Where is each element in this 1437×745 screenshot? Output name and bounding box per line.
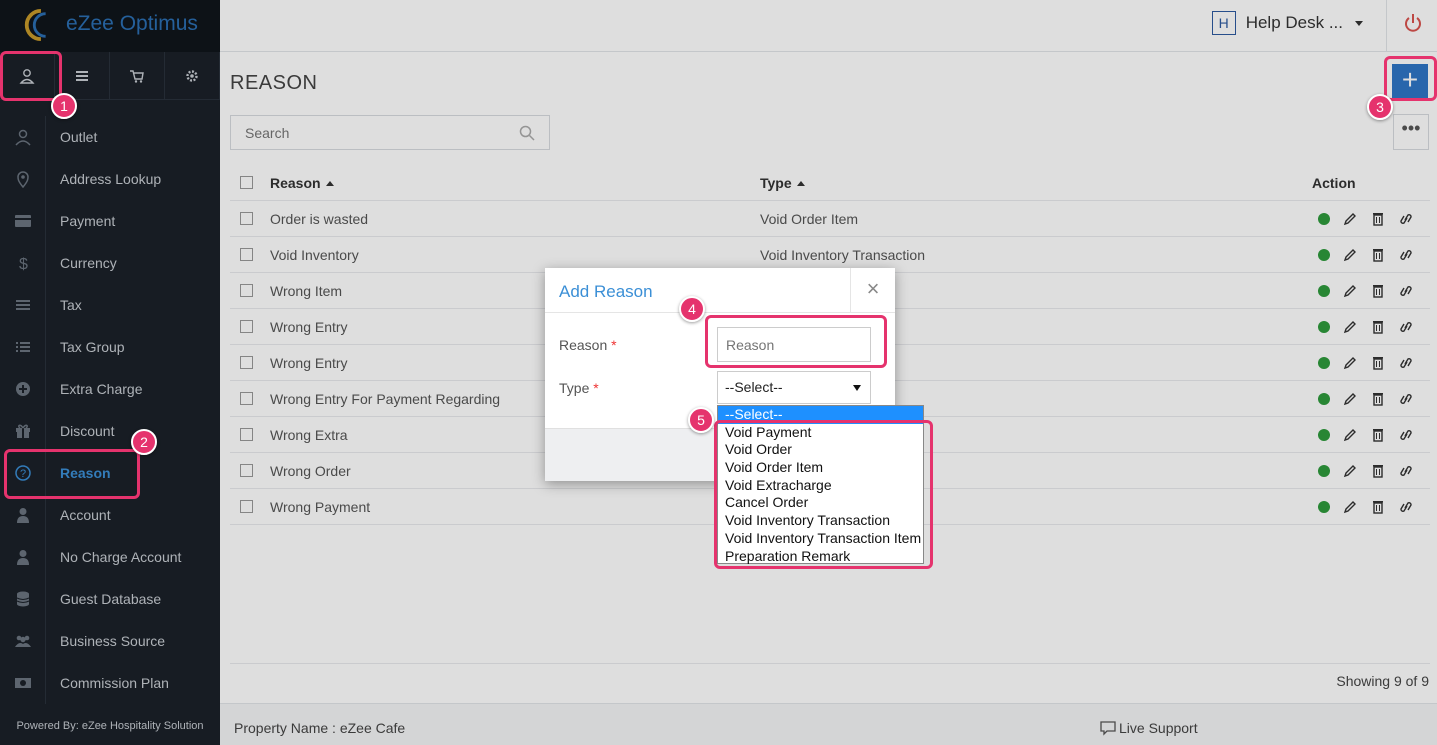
type-field-label: Type * [559,380,599,396]
type-select[interactable]: --Select-- [717,371,871,404]
highlight-box [705,315,887,368]
reason-field-label: Reason * [559,337,617,353]
dialog-title: Add Reason [559,282,653,301]
highlight-box [714,420,933,569]
callout-badge-1: 1 [51,93,77,119]
close-button[interactable]: × [850,268,895,313]
highlight-box [0,51,62,101]
callout-badge-3: 3 [1367,94,1393,120]
highlight-box [1384,56,1437,101]
callout-badge-4: 4 [679,296,705,322]
chevron-down-icon [853,385,861,391]
callout-badge-2: 2 [131,429,157,455]
callout-badge-5: 5 [688,407,714,433]
highlight-box [4,449,140,499]
dialog-header: Add Reason × [545,268,895,313]
